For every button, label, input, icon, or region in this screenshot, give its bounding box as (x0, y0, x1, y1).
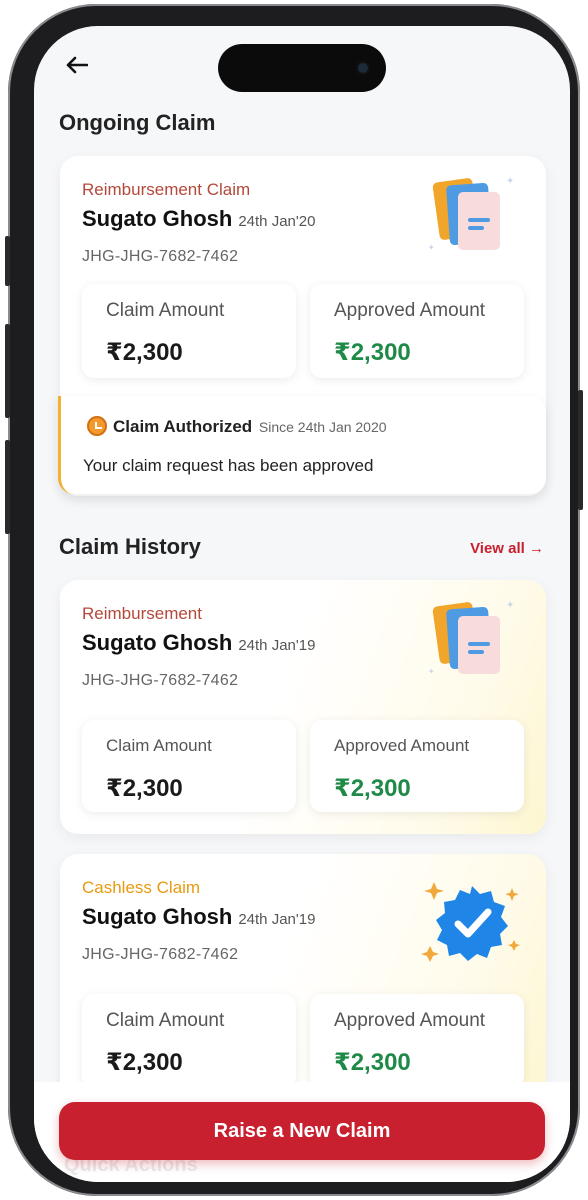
approved-amount-box: Approved Amount ₹2,300 (310, 994, 524, 1088)
svg-text:✦: ✦ (506, 600, 514, 611)
claim-id: JHG-JHG-7682-7462 (82, 672, 239, 689)
claim-id: JHG-JHG-7682-7462 (82, 946, 239, 963)
arrow-right-icon: → (529, 540, 544, 557)
claim-amount-label: Claim Amount (106, 1010, 225, 1031)
approved-amount-label: Approved Amount (334, 736, 470, 755)
raise-new-claim-button[interactable]: Raise a New Claim (59, 1102, 545, 1160)
claimant-name: Sugato Ghosh 24th Jan'19 (82, 904, 315, 930)
verified-badge-icon (420, 874, 524, 970)
svg-text:✦: ✦ (428, 243, 435, 252)
claim-date: 24th Jan'19 (238, 911, 316, 928)
claimant-name: Sugato Ghosh 24th Jan'20 (82, 206, 315, 232)
arrow-left-icon[interactable] (66, 56, 89, 78)
approved-amount-value: ₹2,300 (334, 775, 411, 802)
claim-type: Cashless Claim (82, 878, 201, 897)
approved-amount-label: Approved Amount (334, 300, 486, 321)
history-card[interactable]: Reimbursement Sugato Ghosh 24th Jan'19 JH… (60, 580, 546, 834)
claim-type: Reimbursement Claim (82, 180, 251, 199)
claim-amount-box: Claim Amount ₹2,300 (82, 994, 296, 1088)
approved-amount-value: ₹2,300 (334, 1049, 411, 1076)
alarm-clock-icon (87, 416, 107, 436)
view-all-label: View all (470, 540, 525, 557)
status-title-text: Claim Authorized (113, 417, 253, 436)
claim-type: Reimbursement (82, 604, 202, 623)
claim-amount-box: Claim Amount ₹2,300 (82, 284, 296, 378)
approved-amount-label: Approved Amount (334, 1010, 486, 1031)
claim-amount-value: ₹2,300 (106, 775, 183, 802)
claim-amount-label: Claim Amount (106, 300, 225, 321)
camera-icon (358, 63, 368, 73)
power-button (578, 390, 583, 510)
claim-amount-value: ₹2,300 (106, 339, 183, 366)
volume-up-button (5, 324, 10, 418)
approved-amount-box: Approved Amount ₹2,300 (310, 720, 524, 812)
history-card[interactable]: Cashless Claim Sugato Ghosh 24th Jan'19 J… (60, 854, 546, 1114)
claim-amount-label: Claim Amount (106, 736, 212, 755)
action-button (5, 236, 10, 286)
ongoing-claim-title: Ongoing Claim (59, 110, 216, 135)
ongoing-claim-card[interactable]: Reimbursement Claim Sugato Ghosh 24th Jan… (58, 156, 546, 496)
svg-text:✦: ✦ (428, 667, 435, 676)
claim-id: JHG-JHG-7682-7462 (82, 248, 239, 265)
dynamic-island (218, 44, 386, 92)
screen: Ongoing Claim Reimbursement Claim Sugato… (34, 26, 570, 1182)
claim-status-banner: Claim Authorized Since 24th Jan 2020 You… (58, 396, 546, 494)
phone-frame: Ongoing Claim Reimbursement Claim Sugato… (5, 4, 583, 1196)
claim-date: 24th Jan'20 (238, 213, 316, 230)
approved-amount-value: ₹2,300 (334, 339, 411, 366)
status-message: Your claim request has been approved (83, 456, 374, 475)
view-all-link[interactable]: View all → (470, 540, 544, 557)
claimant-name-text: Sugato Ghosh (82, 206, 233, 231)
claimant-name-text: Sugato Ghosh (82, 630, 233, 655)
documents-icon: ✦ ✦ (424, 594, 518, 688)
volume-down-button (5, 440, 10, 534)
claimant-name-text: Sugato Ghosh (82, 904, 233, 929)
claim-amount-value: ₹2,300 (106, 1049, 183, 1076)
approved-amount-box: Approved Amount ₹2,300 (310, 284, 524, 378)
claim-history-title: Claim History (59, 534, 201, 559)
status-since: Since 24th Jan 2020 (258, 419, 387, 435)
claim-amount-box: Claim Amount ₹2,300 (82, 720, 296, 812)
svg-text:✦: ✦ (506, 176, 514, 187)
status-title: Claim Authorized Since 24th Jan 2020 (87, 416, 387, 437)
claimant-name: Sugato Ghosh 24th Jan'19 (82, 630, 315, 656)
claim-date: 24th Jan'19 (238, 637, 316, 654)
documents-icon: ✦ ✦ (424, 170, 518, 264)
